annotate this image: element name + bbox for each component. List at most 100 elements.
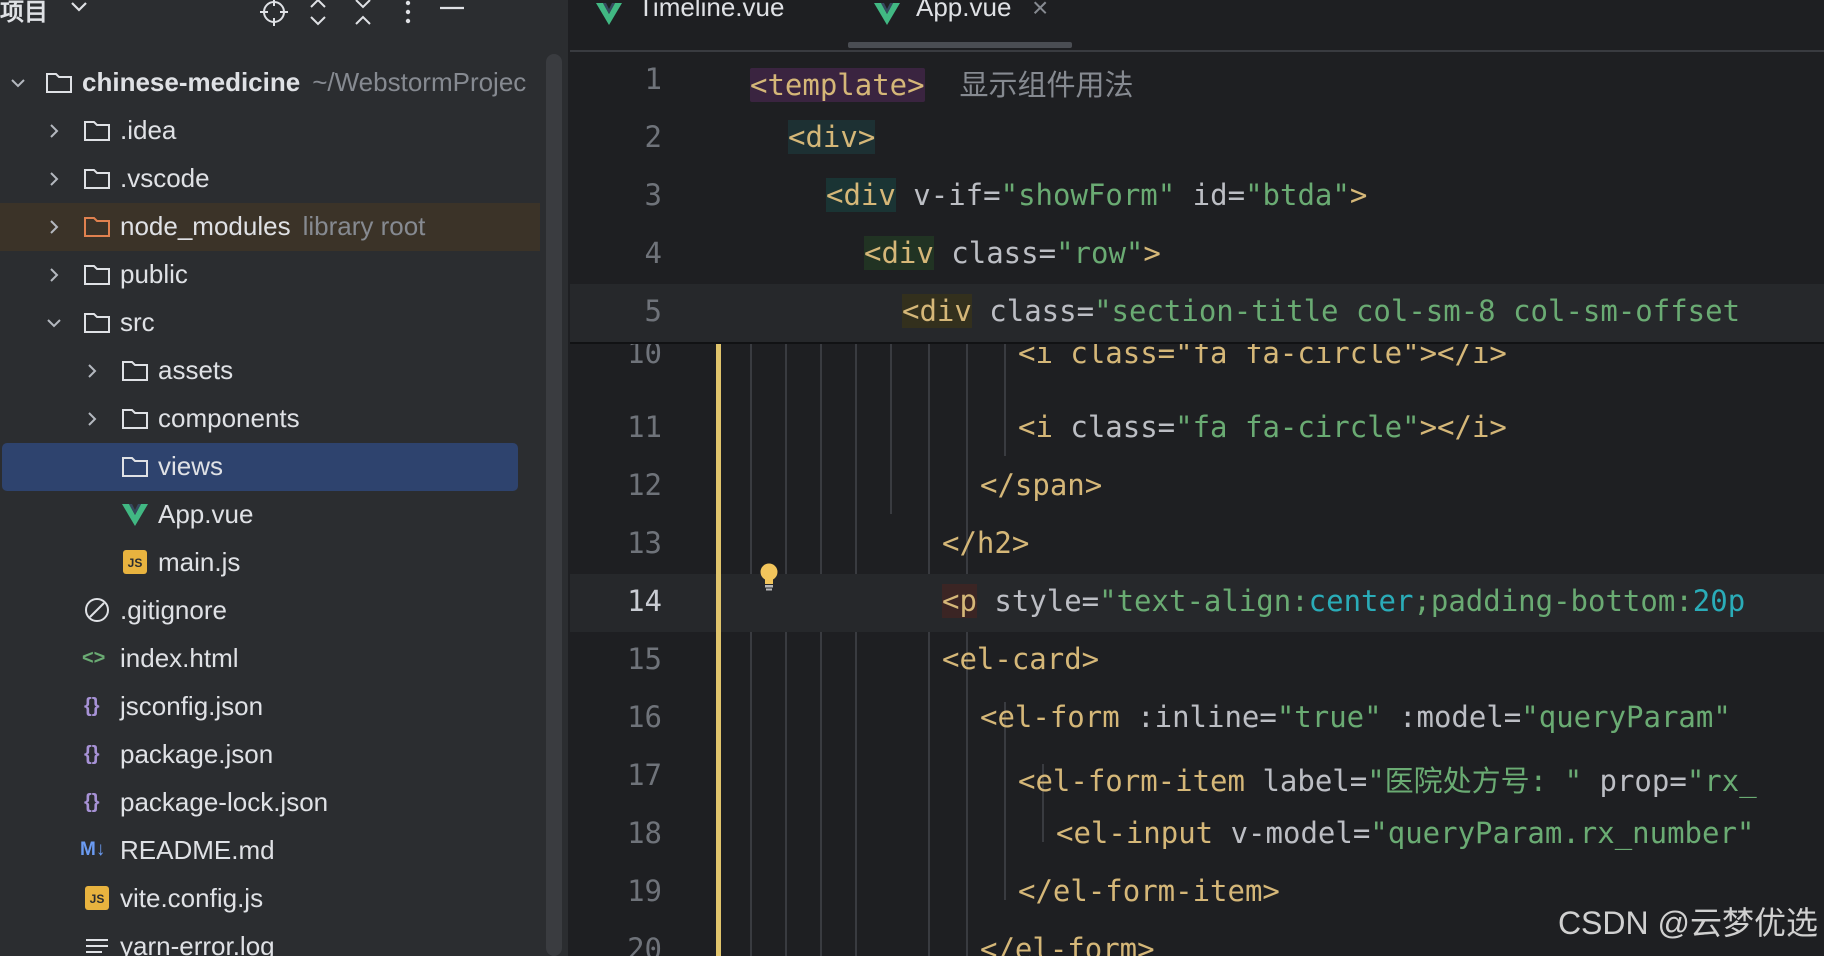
js-file-icon: JS	[85, 886, 109, 910]
tree-item-label: components	[158, 403, 300, 433]
code-text: <div class="row">	[864, 236, 1161, 270]
sticky-line[interactable]: 1 <template> 显示组件用法	[570, 52, 1824, 110]
line-number: 15	[627, 642, 662, 676]
project-title[interactable]: 项目	[0, 0, 48, 27]
lightbulb-icon[interactable]	[758, 562, 780, 592]
code-line: 15 <el-card>	[570, 632, 1824, 690]
tree-item-package-lock-json[interactable]: {} package-lock.json	[0, 779, 540, 827]
sticky-line[interactable]: 2 <div>	[570, 110, 1824, 168]
tree-item-assets[interactable]: assets	[0, 347, 540, 395]
collapse-all-icon[interactable]	[345, 0, 381, 30]
tree-item-public[interactable]: public	[0, 251, 540, 299]
vcs-change-marker[interactable]	[716, 344, 721, 956]
code-text: <i class="fa fa-circle"></i>	[1018, 410, 1507, 444]
project-scrollbar[interactable]	[546, 54, 562, 956]
tree-item-label: public	[120, 259, 188, 289]
code-text: <el-input v-model="queryParam.rx_number"	[1056, 816, 1755, 850]
tree-item-label: yarn-error.log	[120, 931, 275, 956]
project-header: 项目	[0, 0, 568, 34]
line-number: 20	[627, 932, 662, 956]
code-line: 17 <el-form-item label="医院处方号: " prop="r…	[570, 748, 1824, 806]
line-number: 4	[644, 236, 662, 270]
code-line: 10 <i class="fa fa-circle"></i>	[570, 336, 1824, 400]
close-tab-icon[interactable]: ×	[1032, 0, 1048, 24]
tree-item-label: README.md	[120, 835, 275, 865]
code-text: <template> 显示组件用法	[750, 68, 1134, 102]
tree-item-gitignore[interactable]: .gitignore	[0, 587, 540, 635]
code-text: <el-form-item label="医院处方号: " prop="rx_	[1018, 764, 1757, 798]
sticky-line[interactable]: 5 <div class="section-title col-sm-8 col…	[570, 284, 1824, 342]
line-number: 17	[627, 758, 662, 792]
chevron-down-icon[interactable]	[44, 313, 64, 333]
tree-item-app-vue[interactable]: App.vue	[0, 491, 540, 539]
tree-item-index-html[interactable]: <> index.html	[0, 635, 540, 683]
chevron-right-icon[interactable]	[82, 361, 102, 381]
tree-item-label: src	[120, 307, 155, 337]
chevron-right-icon[interactable]	[44, 217, 64, 237]
sticky-lines-separator	[570, 342, 1824, 344]
code-line: 16 <el-form :inline="true" :model="query…	[570, 690, 1824, 748]
tree-item-label: package.json	[120, 739, 274, 769]
expand-all-icon[interactable]	[300, 0, 336, 30]
folder-icon	[122, 409, 148, 429]
tree-item-jsconfig-json[interactable]: {} jsconfig.json	[0, 683, 540, 731]
chevron-right-icon[interactable]	[44, 121, 64, 141]
library-folder-icon	[84, 217, 110, 237]
sticky-line[interactable]: 4 <div class="row">	[570, 226, 1824, 284]
sticky-line[interactable]: 3 <div v-if="showForm" id="btda">	[570, 168, 1824, 226]
code-text: <div class="section-title col-sm-8 col-s…	[902, 294, 1741, 328]
line-number: 2	[644, 120, 662, 154]
tree-item-package-json[interactable]: {} package.json	[0, 731, 540, 779]
tree-item-vite-config-js[interactable]: JS vite.config.js	[0, 875, 540, 923]
chevron-down-icon[interactable]	[64, 0, 94, 22]
code-line: 12 </span>	[570, 458, 1824, 516]
chevron-down-icon[interactable]	[8, 73, 28, 93]
json-file-icon: {}	[84, 791, 100, 813]
tree-item-yarn-error-log[interactable]: yarn-error.log	[0, 923, 540, 956]
json-file-icon: {}	[84, 743, 100, 765]
tree-item-readme-md[interactable]: M↓ README.md	[0, 827, 540, 875]
active-tab-indicator	[848, 42, 1072, 48]
tree-item-views[interactable]: views	[2, 443, 518, 491]
code-editor[interactable]: Timeline.vue App.vue × 10 <i class="fa f…	[570, 0, 1824, 956]
folder-icon	[46, 73, 72, 93]
chevron-right-icon[interactable]	[44, 265, 64, 285]
folder-icon	[84, 169, 110, 189]
hide-icon[interactable]	[434, 0, 470, 30]
code-line: 18 <el-input v-model="queryParam.rx_numb…	[570, 806, 1824, 864]
code-text: </h2>	[942, 526, 1030, 560]
tree-item-label: .gitignore	[120, 595, 227, 625]
tree-item-label: .idea	[120, 115, 177, 145]
folder-icon	[122, 361, 148, 381]
code-text: <div>	[788, 120, 876, 154]
locate-file-icon[interactable]	[256, 0, 292, 30]
tree-item-label: vite.config.js	[120, 883, 264, 913]
tab-label: Timeline.vue	[638, 0, 785, 22]
usage-hint: 显示组件用法	[959, 70, 1134, 102]
folder-icon	[84, 121, 110, 141]
tree-item-main-js[interactable]: JS main.js	[0, 539, 540, 587]
tree-item-idea[interactable]: .idea	[0, 107, 540, 155]
options-icon[interactable]	[390, 0, 426, 30]
line-number: 13	[627, 526, 662, 560]
tree-item-label: index.html	[120, 643, 239, 673]
markdown-file-icon: M↓	[80, 839, 106, 860]
line-number: 18	[627, 816, 662, 850]
tree-item-src[interactable]: src	[0, 299, 540, 347]
line-number: 14	[627, 584, 662, 618]
tree-item-label: jsconfig.json	[120, 691, 264, 721]
line-number: 1	[644, 62, 662, 96]
json-file-icon: {}	[84, 695, 100, 717]
tree-item-node-modules[interactable]: node_modules library root	[0, 203, 540, 251]
tree-item-project-root[interactable]: chinese-medicine ~/WebstormProjec	[0, 59, 540, 107]
tree-item-components[interactable]: components	[0, 395, 540, 443]
ignore-file-icon	[85, 598, 109, 622]
tree-item-vscode[interactable]: .vscode	[0, 155, 540, 203]
chevron-right-icon[interactable]	[44, 169, 64, 189]
code-text: </el-form>	[980, 932, 1155, 956]
folder-icon	[122, 457, 148, 477]
chevron-right-icon[interactable]	[82, 409, 102, 429]
vue-file-icon	[596, 3, 622, 25]
line-number: 12	[627, 468, 662, 502]
tree-item-label: node_modules library root	[120, 211, 426, 241]
